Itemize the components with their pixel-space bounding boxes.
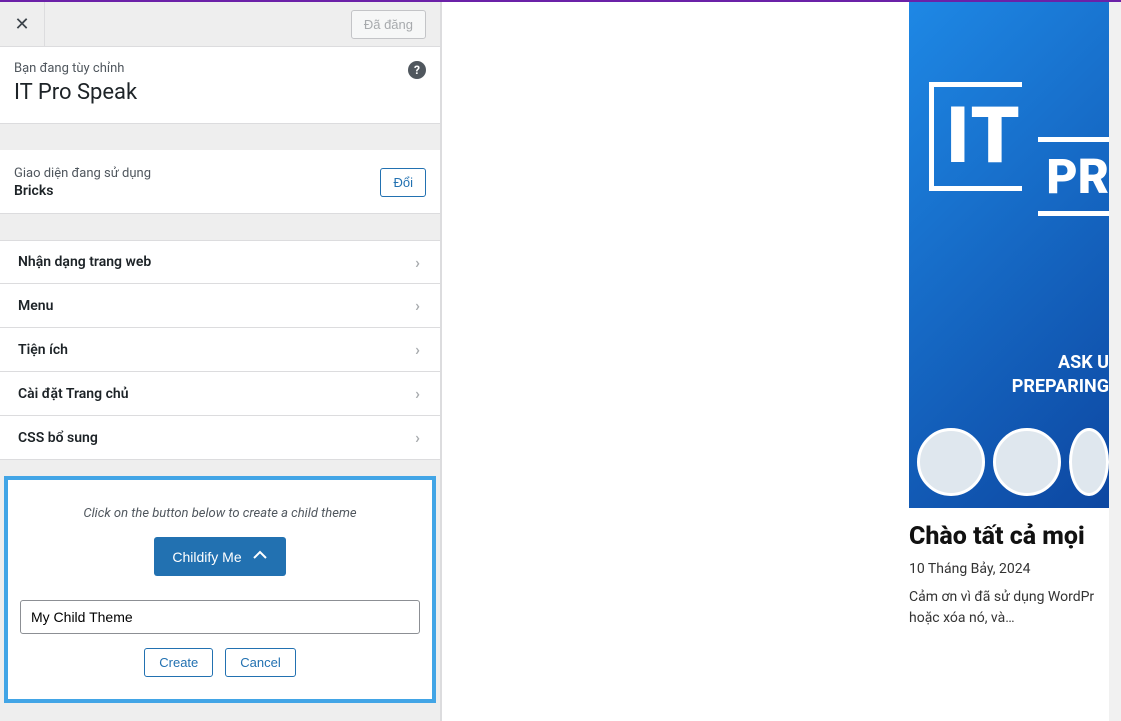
chevron-up-icon (252, 547, 268, 566)
childify-me-button[interactable]: Childify Me (154, 537, 285, 576)
preview-post: Chào tất cả mọi 10 Tháng Bảy, 2024 Cảm ơ… (909, 522, 1109, 629)
site-title: IT Pro Speak (14, 80, 420, 105)
publish-button[interactable]: Đã đăng (351, 10, 426, 39)
preview-scrollbar[interactable] (1109, 2, 1121, 721)
customizer-sidebar: ✕ Đã đăng Bạn đang tùy chỉnh IT Pro Spea… (0, 2, 441, 721)
hero-avatars (917, 428, 1109, 496)
change-theme-button[interactable]: Đổi (380, 168, 426, 197)
close-icon[interactable]: ✕ (0, 2, 45, 47)
customizer-topbar: ✕ Đã đăng (0, 2, 440, 47)
avatar (1069, 428, 1109, 496)
menu-item-label: Cài đặt Trang chủ (18, 386, 129, 402)
post-title[interactable]: Chào tất cả mọi (909, 522, 1109, 551)
theme-label: Giao diện đang sử dụng (14, 166, 151, 181)
help-icon[interactable]: ? (408, 61, 426, 79)
menu-item-label: Nhận dạng trang web (18, 254, 151, 270)
hero-text-pr: PR (1038, 137, 1109, 216)
chevron-right-icon: › (415, 253, 420, 272)
preview-pane: IT PR ASK U PREPARING Chào tất cả mọi 10… (441, 2, 1121, 721)
active-theme-row: Giao diện đang sử dụng Bricks Đổi (0, 150, 440, 214)
menu-item-label: Tiện ích (18, 342, 68, 358)
childify-panel: Click on the button below to create a ch… (4, 476, 436, 703)
avatar (917, 428, 985, 496)
theme-name: Bricks (14, 183, 151, 199)
menu-item-label: Menu (18, 298, 53, 314)
hero-banner: IT PR ASK U PREPARING (909, 2, 1109, 508)
customizing-label: Bạn đang tùy chỉnh (14, 61, 420, 76)
create-button[interactable]: Create (144, 648, 213, 677)
menu-item-label: CSS bổ sung (18, 430, 98, 446)
childify-button-label: Childify Me (172, 549, 241, 565)
menu-item-menus[interactable]: Menu › (0, 284, 440, 328)
customizer-header: Bạn đang tùy chỉnh IT Pro Speak ? (0, 47, 440, 124)
menu-item-homepage-settings[interactable]: Cài đặt Trang chủ › (0, 372, 440, 416)
chevron-right-icon: › (415, 296, 420, 315)
menu-item-widgets[interactable]: Tiện ích › (0, 328, 440, 372)
hero-text-it: IT (929, 82, 1022, 191)
menu-item-additional-css[interactable]: CSS bổ sung › (0, 416, 440, 460)
customizer-menu: Nhận dạng trang web › Menu › Tiện ích › … (0, 240, 440, 460)
hero-subtitle: ASK U PREPARING (1012, 351, 1109, 398)
child-theme-name-input[interactable] (20, 600, 420, 634)
avatar (993, 428, 1061, 496)
chevron-right-icon: › (415, 384, 420, 403)
menu-item-site-identity[interactable]: Nhận dạng trang web › (0, 240, 440, 284)
childify-instruction: Click on the button below to create a ch… (20, 506, 420, 521)
chevron-right-icon: › (415, 340, 420, 359)
cancel-button[interactable]: Cancel (225, 648, 295, 677)
post-date: 10 Tháng Bảy, 2024 (909, 561, 1109, 577)
chevron-right-icon: › (415, 428, 420, 447)
post-excerpt: Cảm ơn vì đã sử dụng WordPr hoặc xóa nó,… (909, 587, 1109, 629)
